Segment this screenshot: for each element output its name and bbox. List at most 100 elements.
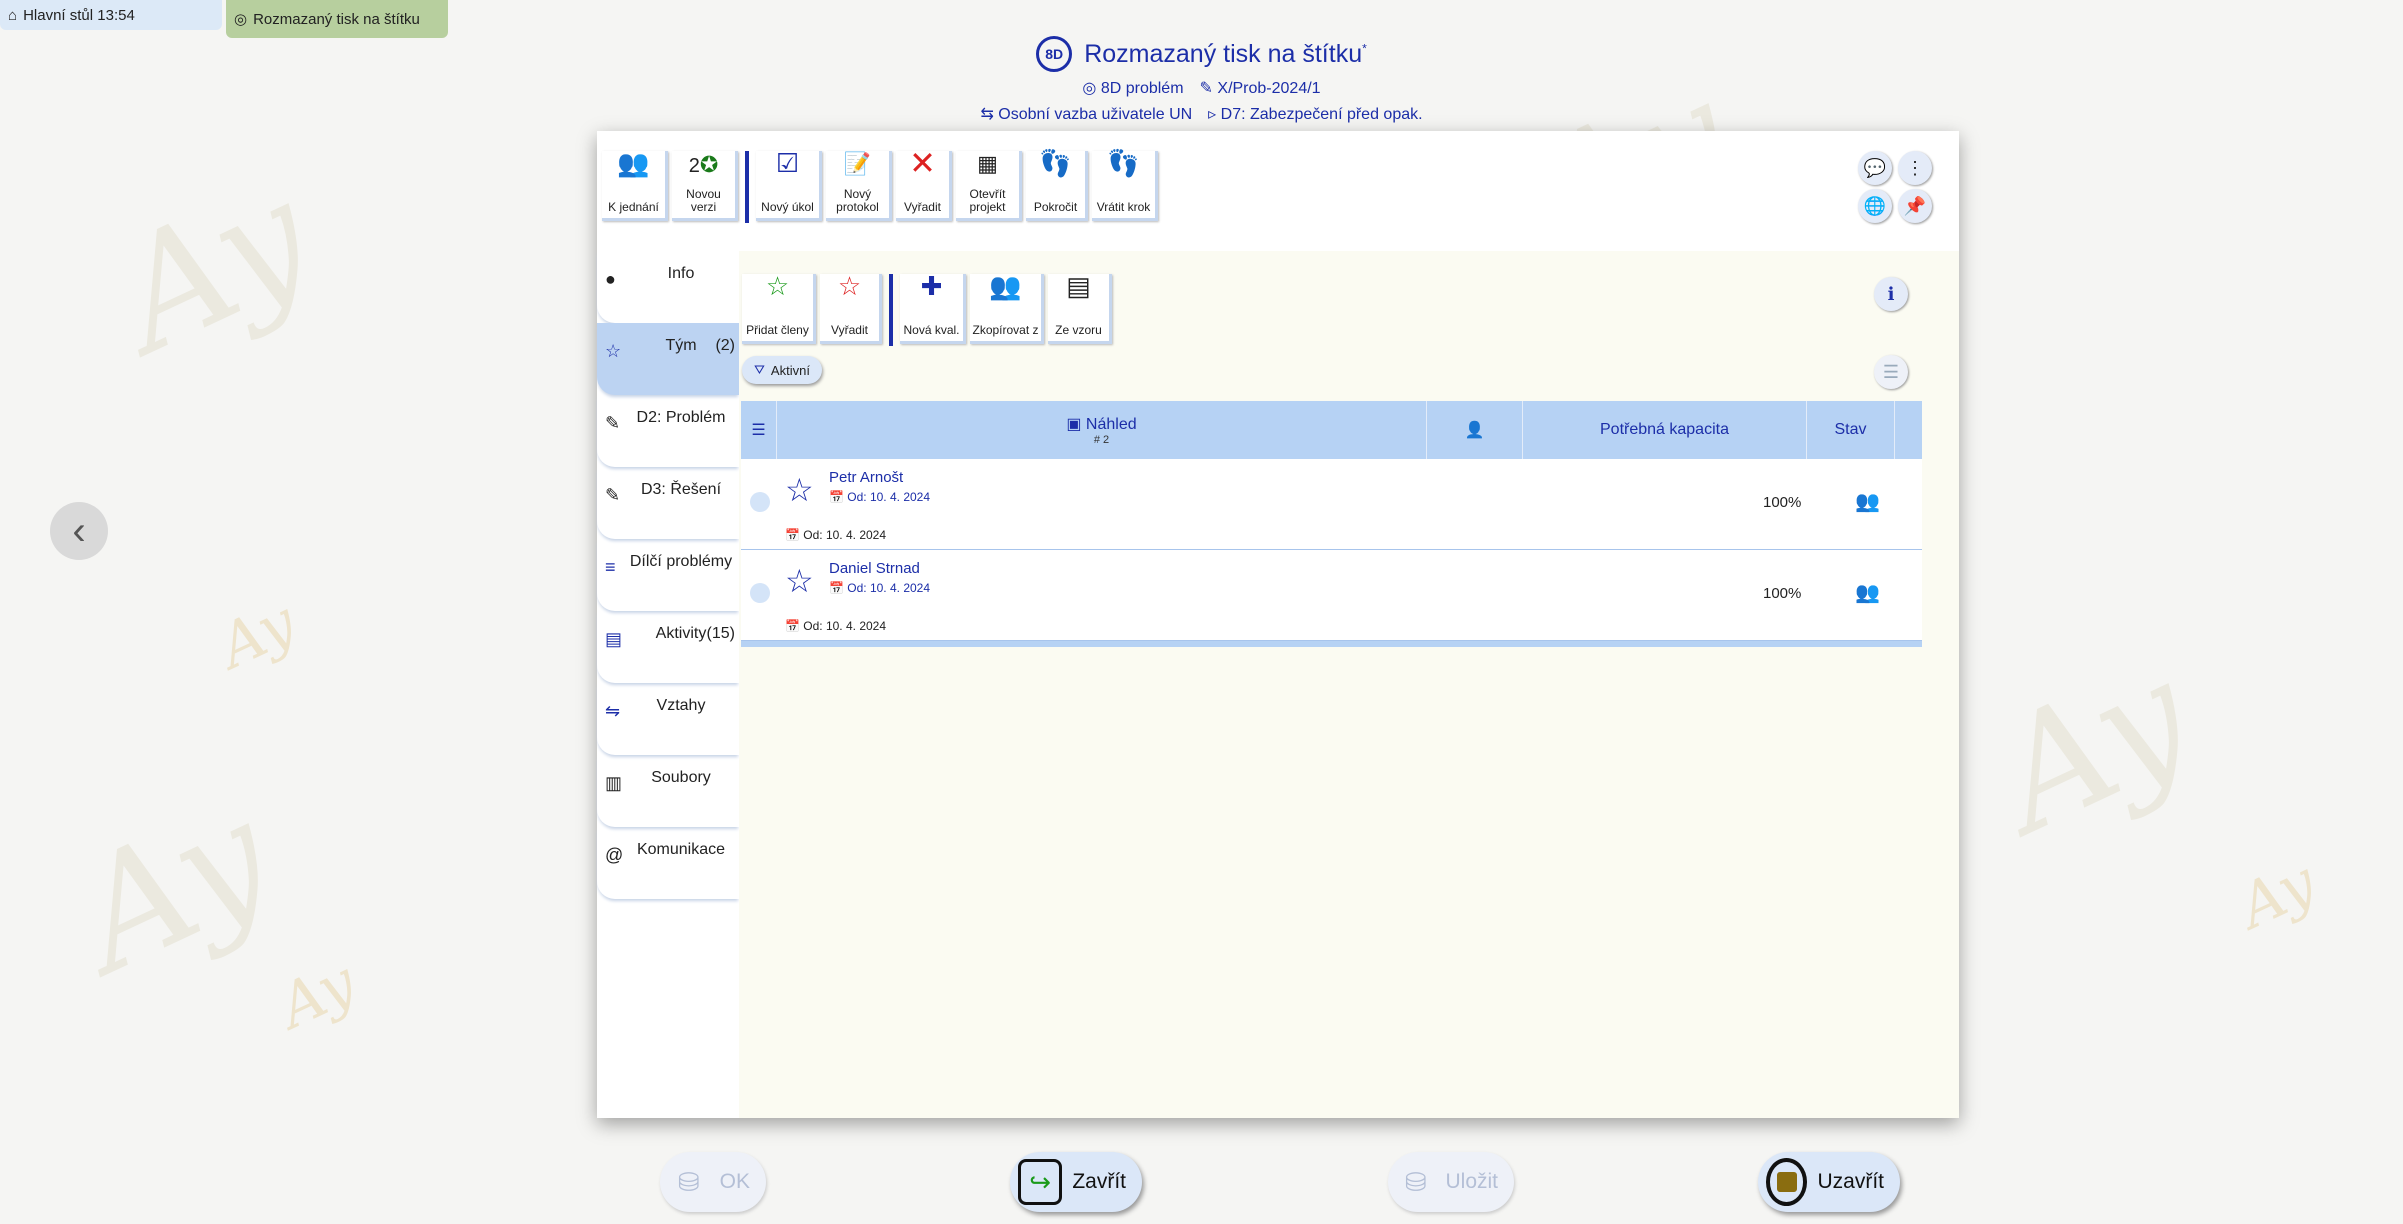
- step-back-button[interactable]: 👣 Vrátit krok: [1092, 150, 1158, 221]
- personal-link[interactable]: ⇆ Osobní vazba uživatele UN: [980, 104, 1192, 124]
- template-icon: ▤: [1066, 271, 1091, 301]
- background-watermark: Ay: [91, 148, 336, 386]
- member-from-date: 📅 Od: 10. 4. 2024: [829, 581, 931, 595]
- home-tab[interactable]: ⌂ Hlavní stůl 13:54: [0, 0, 222, 30]
- member-from-date: 📅 Od: 10. 4. 2024: [785, 528, 887, 542]
- more-menu-icon[interactable]: ⋮: [1898, 151, 1932, 185]
- sidebar-item-count: (2): [715, 337, 735, 354]
- relations-icon: ⇋: [605, 701, 621, 721]
- list-view-icon[interactable]: ☰: [1874, 355, 1908, 389]
- open-project-button[interactable]: ▦ Otevřít projekt: [956, 151, 1022, 221]
- finish-button[interactable]: Uzavřít: [1758, 1152, 1900, 1212]
- sidebar-item-info[interactable]: ● Info: [597, 251, 739, 323]
- active-filter-button[interactable]: ⛛ Aktivní: [742, 356, 822, 384]
- window-actions: 💬 ⋮ 🌐 📌: [1858, 151, 1934, 223]
- row-select-checkbox[interactable]: [750, 583, 770, 603]
- sidebar-item-d2[interactable]: ✎ D2: Problém: [597, 395, 739, 467]
- save-button[interactable]: ⛁ Uložit: [1388, 1152, 1514, 1212]
- copy-from-button[interactable]: 👥 Zkopírovat z: [970, 273, 1044, 344]
- filter-icon: ⛛: [754, 362, 765, 377]
- close-button[interactable]: ↪ Zavřít: [1010, 1152, 1142, 1212]
- info-panel-icon[interactable]: ℹ: [1874, 277, 1908, 311]
- column-capacity[interactable]: Potřebná kapacita: [1523, 401, 1807, 459]
- new-task-icon: ☑: [775, 148, 800, 178]
- problem-edit-icon: ✎: [605, 413, 621, 433]
- sidebar-item-label: Komunikace: [636, 841, 726, 858]
- sidebar: ● Info ☆ Tým (2) ✎ D2: Problém ✎ D3: Řeš…: [597, 251, 739, 899]
- team-star-icon: ☆: [605, 341, 622, 361]
- at-icon: @: [605, 845, 624, 865]
- sidebar-item-label: Dílčí problémy: [629, 553, 733, 570]
- new-version-icon: 2✪: [688, 152, 719, 177]
- chat-icon[interactable]: 💬: [1858, 151, 1892, 185]
- document-tab[interactable]: ◎ Rozmazaný tisk na štítku: [226, 0, 448, 38]
- sidebar-item-files[interactable]: ▥ Soubory: [597, 755, 739, 827]
- document-code: ✎ X/Prob-2024/1: [1199, 80, 1321, 97]
- sidebar-item-label: D3: Řešení: [640, 481, 722, 498]
- meeting-button[interactable]: 👥 K jednání: [602, 148, 668, 221]
- 8d-icon: ◎: [234, 11, 248, 28]
- background-watermark: Ay: [268, 947, 367, 1043]
- from-template-button[interactable]: ▤ Ze vzoru: [1048, 271, 1112, 344]
- person-column-icon[interactable]: 👤: [1427, 401, 1523, 459]
- new-version-button[interactable]: 2✪ Novou verzi: [672, 151, 738, 221]
- sort-columns-icon[interactable]: ☰: [741, 401, 777, 459]
- stop-icon: [1766, 1158, 1808, 1206]
- new-qualification-button[interactable]: ✚ Nová kval.: [900, 273, 966, 344]
- member-capacity: 100%: [1763, 585, 1802, 602]
- add-member-icon: ☆: [765, 271, 790, 301]
- column-preview[interactable]: ▣ Náhled # 2: [777, 401, 1427, 459]
- sidebar-item-communication[interactable]: @ Komunikace: [597, 827, 739, 899]
- row-select-checkbox[interactable]: [750, 492, 770, 512]
- home-icon: ⌂: [8, 6, 18, 24]
- main-window: 👥 K jednání 2✪ Novou verzi ☑ Nový úkol 📝 Nov…: [597, 131, 1959, 1118]
- sidebar-item-activities[interactable]: ▤ Aktivity (15): [597, 611, 739, 683]
- sidebar-item-label: D2: Problém: [636, 409, 726, 426]
- advance-button[interactable]: 👣 Pokročit: [1026, 148, 1088, 221]
- 8d-badge-icon: 8D: [1036, 36, 1073, 72]
- team-toolbar: ☆ Přidat členy ☆ Vyřadit ✚ Nová kval. 👥 Zkop…: [742, 271, 1112, 346]
- sidebar-item-d3[interactable]: ✎ D3: Řešení: [597, 467, 739, 539]
- meeting-icon: 👥: [617, 148, 650, 178]
- files-icon: ▥: [605, 773, 623, 793]
- team-member-star-icon: ☆: [785, 563, 814, 599]
- toolbar-separator: [745, 151, 749, 223]
- new-protocol-button[interactable]: 📝 Nový protokol: [826, 151, 892, 221]
- phase-link[interactable]: ▹ D7: Zabezpečení před opak.: [1208, 104, 1422, 124]
- sidebar-item-relations[interactable]: ⇋ Vztahy: [597, 683, 739, 755]
- document-type[interactable]: ◎ 8D problém: [1082, 78, 1183, 98]
- document-header: 8D Rozmazaný tisk na štítku* ◎ 8D problé…: [0, 36, 2403, 124]
- member-name[interactable]: Petr Arnošt: [829, 469, 903, 486]
- background-watermark: Ay: [208, 587, 307, 683]
- chevron-left-icon: ‹: [72, 508, 86, 553]
- open-project-icon: ▦: [977, 151, 998, 176]
- member-status-icon[interactable]: 👥: [1855, 489, 1880, 514]
- home-tab-label: Hlavní stůl 13:54: [23, 6, 135, 24]
- table-row[interactable]: ☆ Petr Arnošt 📅 Od: 10. 4. 2024 📅 Od: 10…: [741, 459, 1922, 550]
- remove-member-button[interactable]: ☆ Vyřadit: [820, 271, 882, 344]
- sidebar-item-subproblems[interactable]: ≡ Dílčí problémy: [597, 539, 739, 611]
- pin-icon[interactable]: 📌: [1898, 189, 1932, 223]
- ok-button[interactable]: ⛁ OK: [660, 1152, 766, 1212]
- member-from-date: 📅 Od: 10. 4. 2024: [829, 490, 931, 504]
- column-status[interactable]: Stav: [1807, 401, 1895, 459]
- sidebar-item-team[interactable]: ☆ Tým (2): [597, 323, 739, 395]
- database-save-icon: ⛁: [1404, 1166, 1427, 1197]
- member-status-icon[interactable]: 👥: [1855, 580, 1880, 605]
- background-watermark: Ay: [51, 768, 296, 1006]
- page-title: Rozmazaný tisk na štítku*: [1084, 39, 1367, 68]
- new-task-button[interactable]: ☑ Nový úkol: [756, 148, 822, 221]
- sidebar-item-label: Vztahy: [656, 697, 706, 714]
- table-header: ☰ ▣ Náhled # 2 👤 Potřebná kapacita Stav: [741, 401, 1922, 459]
- new-protocol-icon: 📝: [843, 151, 872, 176]
- discard-button[interactable]: ✕ Vyřadit: [896, 147, 952, 221]
- table-row[interactable]: ☆ Daniel Strnad 📅 Od: 10. 4. 2024 📅 Od: …: [741, 550, 1922, 641]
- remove-member-icon: ☆: [837, 271, 862, 301]
- add-members-button[interactable]: ☆ Přidat členy: [742, 271, 816, 344]
- document-tab-label: Rozmazaný tisk na štítku: [253, 10, 420, 28]
- subproblems-icon: ≡: [605, 557, 616, 577]
- member-name[interactable]: Daniel Strnad: [829, 560, 920, 577]
- globe-icon[interactable]: 🌐: [1858, 189, 1892, 223]
- back-arrow-button[interactable]: ‹: [50, 502, 108, 560]
- advance-icon: 👣: [1039, 148, 1072, 178]
